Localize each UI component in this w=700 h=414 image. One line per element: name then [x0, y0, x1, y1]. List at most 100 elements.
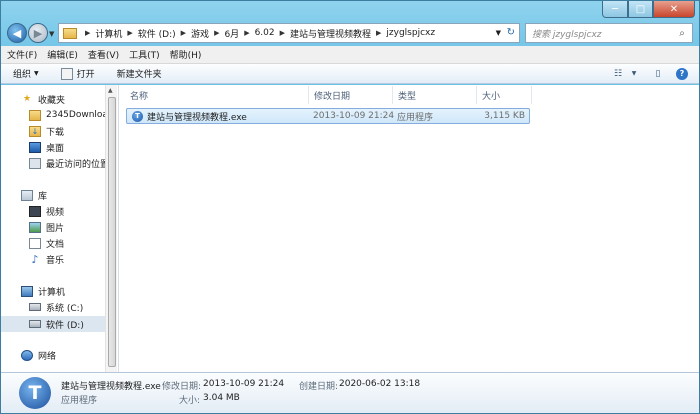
sidebar-item-label: 桌面 [46, 143, 65, 154]
menu-view[interactable]: 查看(V) [88, 48, 119, 61]
details-modified-label: 修改日期: [162, 382, 202, 392]
menu-file[interactable]: 文件(F) [7, 48, 37, 61]
help-button[interactable]: ? [675, 67, 689, 80]
menu-tools[interactable]: 工具(T) [129, 48, 160, 61]
details-modified-value: 2013-10-09 21:24 [203, 379, 285, 389]
column-name[interactable]: 名称 [125, 86, 309, 104]
file-type: 应用程序 [397, 112, 434, 123]
explorer-window: ─ □ ✕ ◀ ▶ ▼ ▶ 计算机 ▶ 软件 (D:) ▶ 游戏 ▶ 6月 ▶ … [0, 0, 700, 414]
star-icon: ★ [22, 94, 32, 104]
sidebar-item-computer[interactable]: 计算机 [1, 283, 105, 299]
chevron-right-icon[interactable]: ▶ [244, 29, 249, 37]
details-created-label: 创建日期: [299, 382, 339, 392]
column-size[interactable]: 大小 [477, 86, 532, 104]
back-button[interactable]: ◀ [7, 23, 27, 43]
sidebar-scrollbar[interactable]: ▲ [105, 85, 117, 372]
chevron-right-icon[interactable]: ▶ [181, 29, 186, 37]
sidebar-item-documents[interactable]: 文档 [1, 235, 105, 251]
sidebar-item-drive-c[interactable]: 系统 (C:) [1, 299, 105, 315]
breadcrumb-item[interactable]: 建站与管理视频教程 [290, 27, 371, 40]
chevron-right-icon[interactable]: ▶ [376, 29, 381, 37]
organize-label: 组织 [13, 70, 32, 80]
chevron-right-icon[interactable]: ▶ [280, 29, 285, 37]
refresh-icon[interactable]: ↻ [507, 27, 515, 38]
sidebar-item-label: 音乐 [46, 255, 65, 266]
sidebar-item-network[interactable]: 网络 [1, 347, 105, 363]
breadcrumb-item[interactable]: 6月 [224, 27, 239, 40]
folder-icon [63, 27, 77, 39]
file-size: 3,115 KB [484, 111, 525, 121]
navigation-row: ◀ ▶ ▼ ▶ 计算机 ▶ 软件 (D:) ▶ 游戏 ▶ 6月 ▶ 6.02 ▶… [1, 21, 699, 46]
sidebar-item-videos[interactable]: 视频 [1, 203, 105, 219]
sidebar-item-label: 下载 [46, 127, 65, 138]
picture-icon [29, 221, 41, 233]
sidebar-item-label: 最近访问的位置 [46, 159, 105, 170]
new-folder-label: 新建文件夹 [116, 70, 162, 80]
breadcrumb-item[interactable]: 软件 (D:) [138, 27, 176, 40]
address-bar[interactable]: ▶ 计算机 ▶ 软件 (D:) ▶ 游戏 ▶ 6月 ▶ 6.02 ▶ 建站与管理… [58, 23, 520, 43]
library-icon [21, 189, 33, 201]
breadcrumb-item[interactable]: 6.02 [255, 28, 275, 38]
command-bar: 组织 ▼ 打开 新建文件夹 ☷ ▼ ▯ ? [1, 64, 699, 84]
breadcrumb-item[interactable]: 计算机 [95, 27, 122, 40]
sidebar-item-desktop[interactable]: 桌面 [1, 139, 105, 155]
app-icon [60, 67, 73, 80]
sidebar-item-pictures[interactable]: 图片 [1, 219, 105, 235]
scrollbar-thumb[interactable] [108, 97, 116, 367]
chevron-right-icon[interactable]: ▶ [214, 29, 219, 37]
sidebar-item-label: 收藏夹 [38, 95, 66, 106]
sidebar-item-libraries[interactable]: 库 [1, 187, 105, 203]
address-dropdown-icon[interactable]: ▼ [496, 29, 501, 37]
sidebar-item-drive-d[interactable]: 软件 (D:) [1, 316, 105, 332]
maximize-button[interactable]: □ [628, 1, 653, 18]
open-button[interactable]: 打开 [60, 67, 95, 80]
menu-bar: 文件(F) 编辑(E) 查看(V) 工具(T) 帮助(H) [1, 46, 699, 64]
folder-icon [29, 109, 41, 121]
sidebar-item-recent-places[interactable]: 最近访问的位置 [1, 155, 105, 171]
search-box[interactable]: 搜索 jzyglspjcxz ⌕ [525, 23, 693, 43]
menu-edit[interactable]: 编辑(E) [47, 48, 78, 61]
music-icon: ♪ [31, 252, 39, 266]
search-input[interactable]: 搜索 jzyglspjcxz [526, 27, 675, 40]
column-date-modified[interactable]: 修改日期 [309, 86, 393, 104]
recent-pages-dropdown[interactable]: ▼ [49, 30, 54, 38]
chevron-right-icon[interactable]: ▶ [85, 29, 90, 37]
scroll-up-icon[interactable]: ▲ [108, 87, 113, 94]
chevron-down-icon[interactable]: ▼ [627, 67, 641, 80]
sidebar-item-downloads[interactable]: ↓ 下载 [1, 123, 105, 139]
minimize-button[interactable]: ─ [602, 1, 628, 18]
forward-button[interactable]: ▶ [28, 23, 48, 43]
sidebar-item-label: 网络 [38, 351, 57, 362]
sidebar-item-label: 计算机 [38, 287, 66, 298]
chevron-down-icon: ▼ [34, 70, 39, 77]
organize-button[interactable]: 组织 ▼ [13, 67, 39, 80]
chevron-right-icon[interactable]: ▶ [127, 29, 132, 37]
computer-icon [21, 285, 33, 297]
title-bar[interactable]: ─ □ ✕ [1, 1, 699, 19]
sidebar-item-music[interactable]: ♪ 音乐 [1, 251, 105, 267]
close-button[interactable]: ✕ [653, 1, 695, 18]
details-file-name: 建站与管理视频教程.exe [61, 382, 161, 392]
sidebar-item-2345downloads[interactable]: 2345Downloads [1, 107, 105, 123]
view-options-icon[interactable]: ☷ [611, 67, 625, 80]
menu-help[interactable]: 帮助(H) [170, 48, 202, 61]
video-icon [29, 205, 41, 217]
details-size-label: 大小: [179, 396, 201, 406]
recent-places-icon [29, 157, 41, 169]
new-folder-button[interactable]: 新建文件夹 [117, 67, 162, 80]
sidebar-item-favorites[interactable]: ★ 收藏夹 [1, 91, 105, 107]
file-name: 建站与管理视频教程.exe [147, 112, 247, 123]
details-pane: T 建站与管理视频教程.exe 修改日期: 2013-10-09 21:24 创… [1, 372, 699, 413]
file-list: 名称 修改日期 类型 大小 T 建站与管理视频教程.exe 2013-10-09… [119, 85, 699, 372]
sidebar-item-label: 2345Downloads [46, 110, 105, 120]
column-type[interactable]: 类型 [393, 86, 477, 104]
preview-pane-icon[interactable]: ▯ [651, 67, 665, 80]
help-icon: ? [676, 67, 688, 80]
search-icon[interactable]: ⌕ [675, 26, 689, 40]
downloads-icon: ↓ [29, 125, 41, 137]
table-row[interactable]: T 建站与管理视频教程.exe 2013-10-09 21:24 应用程序 3,… [126, 108, 530, 124]
breadcrumb-item[interactable]: jzyglspjcxz [386, 28, 435, 38]
details-created-value: 2020-06-02 13:18 [339, 379, 421, 389]
open-label: 打开 [76, 70, 95, 80]
breadcrumb-item[interactable]: 游戏 [191, 27, 209, 40]
